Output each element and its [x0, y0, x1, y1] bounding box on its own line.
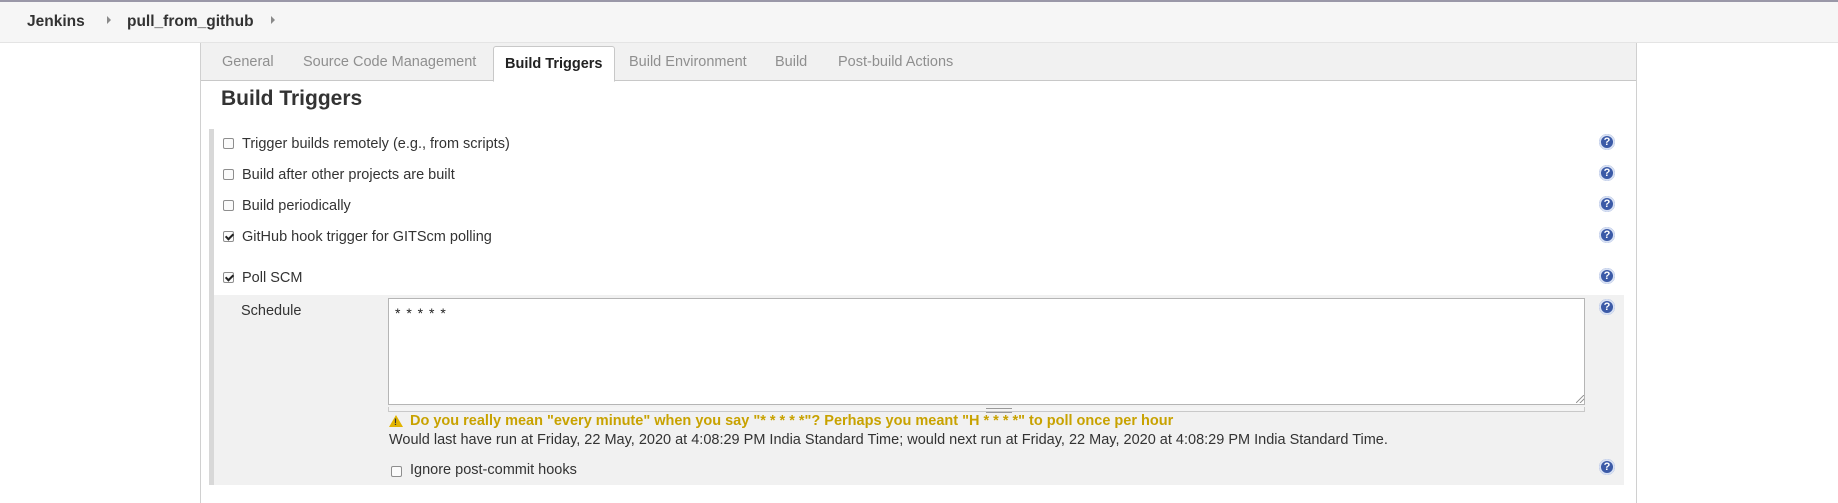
ignore-hooks-label[interactable]: Ignore post-commit hooks	[410, 462, 577, 478]
tab-build[interactable]: Build	[775, 54, 807, 70]
build-periodically-checkbox[interactable]	[223, 200, 234, 211]
trigger-remote-checkbox[interactable]	[223, 138, 234, 149]
help-icon[interactable]: ?	[1599, 268, 1615, 284]
tab-build-environment[interactable]: Build Environment	[629, 54, 747, 70]
config-panel: General Source Code Management Build Tri…	[200, 43, 1637, 503]
build-after-other-label[interactable]: Build after other projects are built	[242, 167, 455, 183]
schedule-info: Would last have run at Friday, 22 May, 2…	[389, 432, 1388, 448]
help-icon[interactable]: ?	[1599, 134, 1615, 150]
breadcrumb-job[interactable]: pull_from_github	[127, 13, 254, 31]
tab-build-triggers[interactable]: Build Triggers	[493, 46, 615, 82]
section-title: Build Triggers	[221, 87, 363, 110]
github-hook-row: GitHub hook trigger for GITScm polling	[223, 228, 1623, 250]
schedule-warning: Do you really mean "every minute" when y…	[410, 413, 1174, 429]
build-periodically-label[interactable]: Build periodically	[242, 198, 351, 214]
help-icon[interactable]: ?	[1599, 459, 1615, 475]
help-icon[interactable]: ?	[1599, 299, 1615, 315]
breadcrumb-jenkins[interactable]: Jenkins	[27, 13, 85, 31]
chevron-right-icon[interactable]	[271, 16, 275, 24]
help-icon[interactable]: ?	[1599, 196, 1615, 212]
poll-scm-checkbox[interactable]	[223, 272, 234, 283]
poll-scm-row: Poll SCM	[223, 269, 1623, 291]
schedule-textarea[interactable]: * * * * *	[388, 298, 1585, 405]
github-hook-label[interactable]: GitHub hook trigger for GITScm polling	[242, 229, 492, 245]
tab-post-build-actions[interactable]: Post-build Actions	[838, 54, 953, 70]
ignore-hooks-row: Ignore post-commit hooks	[391, 461, 791, 483]
help-icon[interactable]: ?	[1599, 227, 1615, 243]
textarea-resize-grip[interactable]	[1576, 395, 1584, 403]
build-after-other-checkbox[interactable]	[223, 169, 234, 180]
trigger-remote-label[interactable]: Trigger builds remotely (e.g., from scri…	[242, 136, 510, 152]
ignore-hooks-checkbox[interactable]	[391, 466, 402, 477]
trigger-remote-row: Trigger builds remotely (e.g., from scri…	[223, 135, 1623, 157]
config-tabbar: General Source Code Management Build Tri…	[201, 43, 1636, 82]
schedule-label: Schedule	[241, 303, 302, 319]
build-after-other-row: Build after other projects are built	[223, 166, 1623, 188]
tab-general[interactable]: General	[222, 54, 274, 70]
chevron-right-icon[interactable]	[107, 16, 111, 24]
build-periodically-row: Build periodically	[223, 197, 1623, 219]
tab-source-code-management[interactable]: Source Code Management	[303, 54, 476, 70]
github-hook-checkbox[interactable]	[223, 231, 234, 242]
poll-scm-label[interactable]: Poll SCM	[242, 270, 302, 286]
warning-icon-mark: !	[394, 417, 397, 427]
help-icon[interactable]: ?	[1599, 165, 1615, 181]
breadcrumb: Jenkins pull_from_github	[0, 2, 1838, 43]
